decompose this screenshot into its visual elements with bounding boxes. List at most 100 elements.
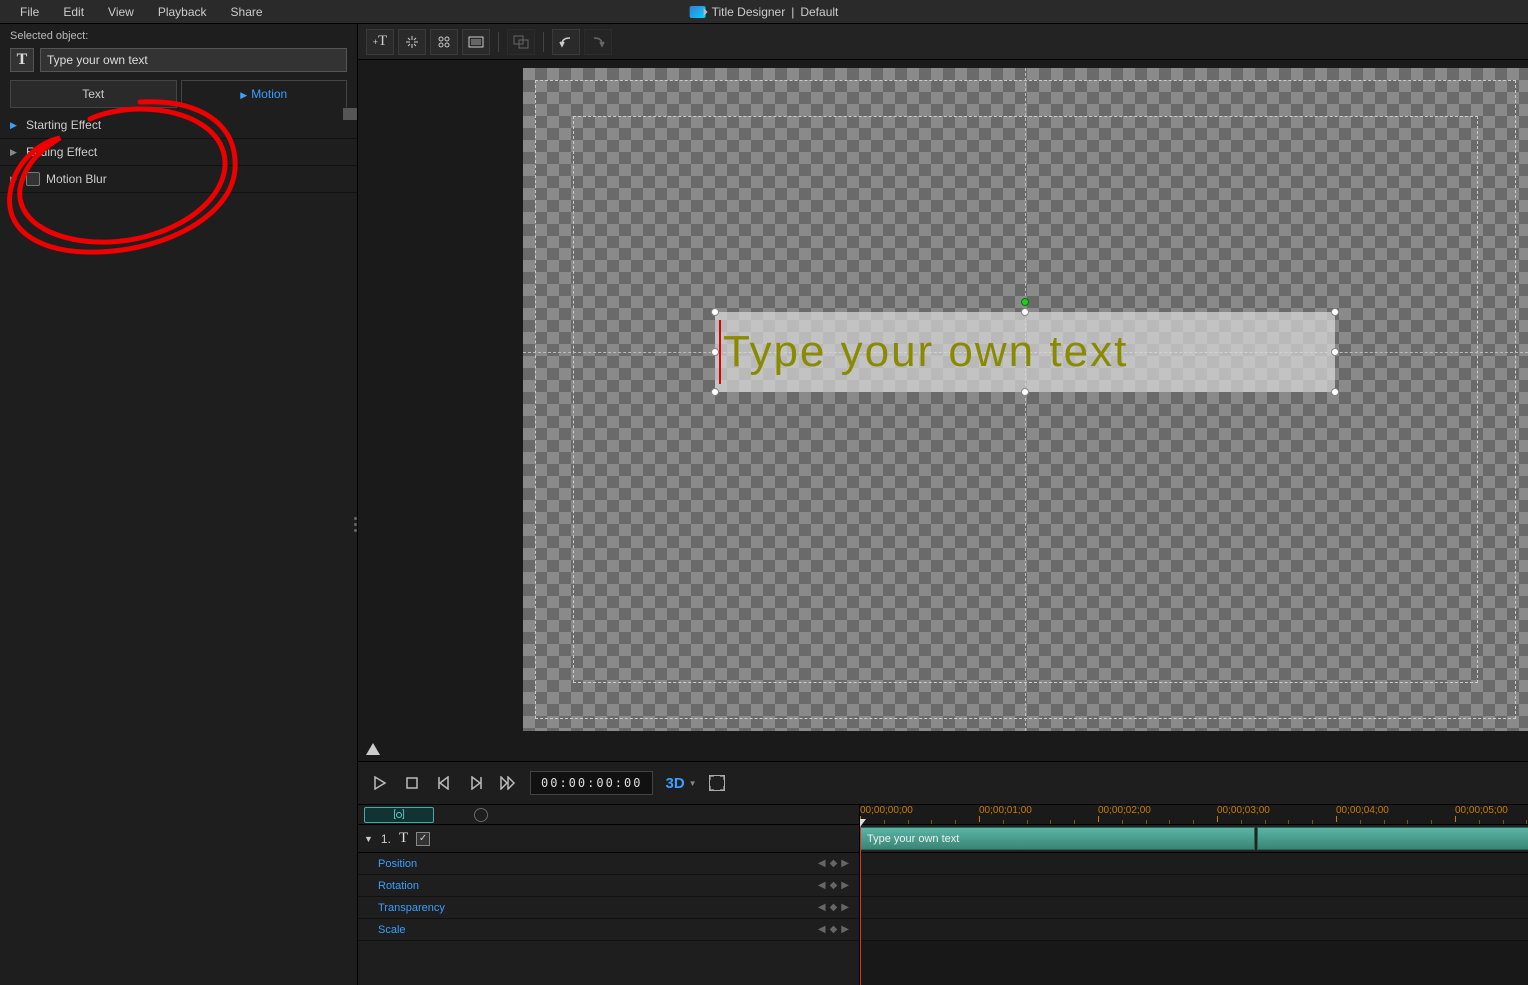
rotate-handle[interactable] xyxy=(1021,298,1029,306)
tab-motion[interactable]: ▶Motion xyxy=(181,80,348,108)
add-image-button[interactable] xyxy=(430,29,458,55)
ruler-tick: 00;00;04;00 xyxy=(1336,805,1389,816)
prev-keyframe-icon[interactable]: ◀ xyxy=(818,880,826,891)
prop-lane-transparency[interactable] xyxy=(860,897,1528,919)
resize-handle-n[interactable] xyxy=(1021,308,1029,316)
canvas[interactable]: Type your own text xyxy=(358,60,1528,761)
title-sep: | xyxy=(791,5,794,19)
resize-handle-ne[interactable] xyxy=(1331,308,1339,316)
prop-name: Rotation xyxy=(378,880,419,892)
clip-text-2[interactable] xyxy=(1257,827,1528,850)
zoom-slider-handle[interactable] xyxy=(366,743,380,755)
ruler-tick: 00;00;00;00 xyxy=(860,805,913,816)
track-prop-rotation[interactable]: Rotation ◀ ◆▶ xyxy=(358,875,859,897)
menu-view[interactable]: View xyxy=(96,1,146,23)
next-keyframe-icon[interactable]: ▶ xyxy=(841,924,849,935)
preset-name: Default xyxy=(800,5,838,19)
prop-lane-position[interactable] xyxy=(860,853,1528,875)
undo-button[interactable] xyxy=(552,29,580,55)
resize-handle-nw[interactable] xyxy=(711,308,719,316)
guide-vertical xyxy=(1025,68,1026,731)
next-keyframe-icon[interactable]: ▶ xyxy=(841,902,849,913)
expand-icon: ▶ xyxy=(10,120,20,131)
menu-playback[interactable]: Playback xyxy=(146,1,219,23)
timecode-display[interactable]: 00:00:00:00 xyxy=(530,771,653,795)
resize-handle-se[interactable] xyxy=(1331,388,1339,396)
scrollbar-thumb[interactable] xyxy=(343,108,357,120)
prev-keyframe-icon[interactable]: ◀ xyxy=(818,902,826,913)
prop-motion-blur[interactable]: ▶ Motion Blur xyxy=(0,166,357,193)
timeline-track-headers: [] ▼ 1. T Position ◀◆▶ Rotation ◀◆▶ xyxy=(358,805,860,985)
menu-edit[interactable]: Edit xyxy=(51,1,96,23)
prop-label: Ending Effect xyxy=(26,145,97,159)
prop-lane-scale[interactable] xyxy=(860,919,1528,941)
ruler-tick: 00;00;02;00 xyxy=(1098,805,1151,816)
add-keyframe-icon[interactable]: ◆ xyxy=(830,924,838,935)
text-object-icon: T xyxy=(10,48,34,72)
menu-share[interactable]: Share xyxy=(219,1,275,23)
resize-handle-s[interactable] xyxy=(1021,388,1029,396)
redo-button[interactable] xyxy=(584,29,612,55)
dropdown-icon: ▼ xyxy=(689,779,697,788)
prev-frame-button[interactable] xyxy=(434,773,454,793)
motion-blur-checkbox[interactable] xyxy=(26,172,40,186)
snap-toggle[interactable] xyxy=(474,808,488,822)
prop-lane-rotation[interactable] xyxy=(860,875,1528,897)
text-track-icon: T xyxy=(399,830,408,847)
clip-text-1[interactable]: Type your own text xyxy=(860,827,1255,850)
add-background-button[interactable] xyxy=(462,29,490,55)
timeline-ruler[interactable]: 00;00;00;00 00;00;01;00 00;00;02;00 00;00;0… xyxy=(860,805,1528,825)
next-frame-button[interactable] xyxy=(466,773,486,793)
prop-starting-effect[interactable]: ▶ Starting Effect xyxy=(0,112,357,139)
expand-icon: ▶ xyxy=(10,174,20,185)
prop-name: Transparency xyxy=(378,902,445,914)
prop-name: Position xyxy=(378,858,417,870)
app-logo-icon xyxy=(690,6,706,18)
properties-panel: Selected object: T Type your own text Te… xyxy=(0,24,358,985)
next-keyframe-icon[interactable]: ▶ xyxy=(841,880,849,891)
resize-handle-w[interactable] xyxy=(711,348,719,356)
title-text-object[interactable]: Type your own text xyxy=(715,312,1335,392)
track-prop-position[interactable]: Position ◀ ◆▶ xyxy=(358,853,859,875)
track-header-1[interactable]: ▼ 1. T xyxy=(358,825,859,853)
track-visible-checkbox[interactable] xyxy=(416,832,430,846)
prop-label: Starting Effect xyxy=(26,118,101,132)
resize-handle-e[interactable] xyxy=(1331,348,1339,356)
next-keyframe-icon[interactable]: ▶ xyxy=(841,858,849,869)
ruler-tick: 00;00;05;00 xyxy=(1455,805,1508,816)
menu-file[interactable]: File xyxy=(8,1,51,23)
add-text-button[interactable]: +T xyxy=(366,29,394,55)
track-lane-1[interactable]: Type your own text xyxy=(860,825,1528,853)
fullscreen-button[interactable] xyxy=(709,775,725,791)
timeline-tracks[interactable]: 00;00;00;00 00;00;01;00 00;00;02;00 00;00;0… xyxy=(860,805,1528,985)
prev-keyframe-icon[interactable]: ◀ xyxy=(818,858,826,869)
add-keyframe-icon[interactable]: ◆ xyxy=(830,902,838,913)
add-keyframe-icon[interactable]: ◆ xyxy=(830,880,838,891)
title-text-content: Type your own text xyxy=(723,327,1128,377)
keyframe-mode-toggle[interactable]: [] xyxy=(364,807,434,823)
tab-text[interactable]: Text xyxy=(10,80,177,108)
add-keyframe-icon[interactable]: ◆ xyxy=(830,858,838,869)
resize-handle-sw[interactable] xyxy=(711,388,719,396)
app-title: Title Designer xyxy=(712,5,786,19)
expand-icon: ▶ xyxy=(10,147,20,158)
prop-ending-effect[interactable]: ▶ Ending Effect xyxy=(0,139,357,166)
canvas-checker: Type your own text xyxy=(523,68,1528,731)
group-button[interactable] xyxy=(507,29,535,55)
selected-object-name[interactable]: Type your own text xyxy=(40,48,347,72)
track-prop-transparency[interactable]: Transparency ◀ ◆▶ xyxy=(358,897,859,919)
prev-keyframe-icon[interactable]: ◀ xyxy=(818,924,826,935)
add-particle-button[interactable] xyxy=(398,29,426,55)
window-title: Title Designer | Default xyxy=(690,5,839,19)
canvas-toolbar: +T xyxy=(358,24,1528,60)
stop-button[interactable] xyxy=(402,773,422,793)
track-number: 1. xyxy=(381,832,391,846)
ruler-tick: 00;00;01;00 xyxy=(979,805,1032,816)
3d-toggle[interactable]: 3D▼ xyxy=(665,775,696,792)
tab-motion-label: Motion xyxy=(251,87,287,101)
playhead-icon[interactable] xyxy=(860,819,866,827)
prop-name: Scale xyxy=(378,924,406,936)
play-button[interactable] xyxy=(370,773,390,793)
fast-forward-button[interactable] xyxy=(498,773,518,793)
track-prop-scale[interactable]: Scale ◀ ◆▶ xyxy=(358,919,859,941)
